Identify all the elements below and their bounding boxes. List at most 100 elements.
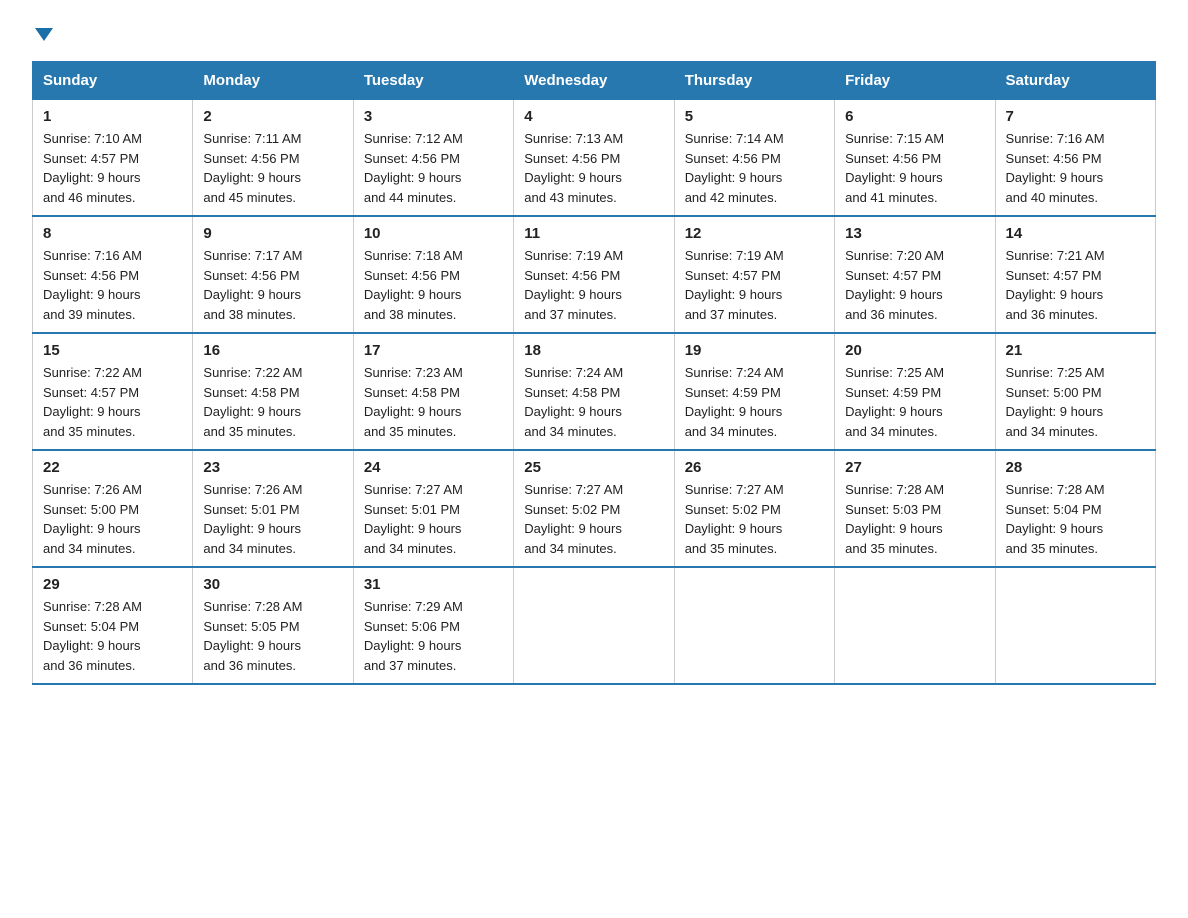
day-info: Sunrise: 7:26 AM Sunset: 5:00 PM Dayligh…	[43, 480, 182, 558]
calendar-cell: 13 Sunrise: 7:20 AM Sunset: 4:57 PM Dayl…	[835, 216, 995, 333]
day-info: Sunrise: 7:25 AM Sunset: 4:59 PM Dayligh…	[845, 363, 984, 441]
day-number: 22	[43, 459, 182, 476]
day-number: 19	[685, 342, 824, 359]
weekday-header-row: SundayMondayTuesdayWednesdayThursdayFrid…	[33, 62, 1156, 100]
calendar-table: SundayMondayTuesdayWednesdayThursdayFrid…	[32, 61, 1156, 685]
calendar-cell: 3 Sunrise: 7:12 AM Sunset: 4:56 PM Dayli…	[353, 100, 513, 217]
day-info: Sunrise: 7:15 AM Sunset: 4:56 PM Dayligh…	[845, 129, 984, 207]
day-number: 14	[1006, 225, 1145, 242]
calendar-cell: 31 Sunrise: 7:29 AM Sunset: 5:06 PM Dayl…	[353, 567, 513, 684]
day-info: Sunrise: 7:19 AM Sunset: 4:57 PM Dayligh…	[685, 246, 824, 324]
day-info: Sunrise: 7:18 AM Sunset: 4:56 PM Dayligh…	[364, 246, 503, 324]
day-info: Sunrise: 7:16 AM Sunset: 4:56 PM Dayligh…	[1006, 129, 1145, 207]
day-info: Sunrise: 7:19 AM Sunset: 4:56 PM Dayligh…	[524, 246, 663, 324]
day-number: 7	[1006, 108, 1145, 125]
day-number: 12	[685, 225, 824, 242]
calendar-cell: 27 Sunrise: 7:28 AM Sunset: 5:03 PM Dayl…	[835, 450, 995, 567]
day-number: 26	[685, 459, 824, 476]
day-info: Sunrise: 7:24 AM Sunset: 4:58 PM Dayligh…	[524, 363, 663, 441]
calendar-cell: 14 Sunrise: 7:21 AM Sunset: 4:57 PM Dayl…	[995, 216, 1155, 333]
calendar-cell	[995, 567, 1155, 684]
day-info: Sunrise: 7:22 AM Sunset: 4:58 PM Dayligh…	[203, 363, 342, 441]
calendar-cell: 10 Sunrise: 7:18 AM Sunset: 4:56 PM Dayl…	[353, 216, 513, 333]
calendar-week-row: 15 Sunrise: 7:22 AM Sunset: 4:57 PM Dayl…	[33, 333, 1156, 450]
weekday-header-friday: Friday	[835, 62, 995, 100]
calendar-cell: 6 Sunrise: 7:15 AM Sunset: 4:56 PM Dayli…	[835, 100, 995, 217]
day-number: 13	[845, 225, 984, 242]
weekday-header-tuesday: Tuesday	[353, 62, 513, 100]
calendar-cell: 22 Sunrise: 7:26 AM Sunset: 5:00 PM Dayl…	[33, 450, 193, 567]
calendar-cell: 29 Sunrise: 7:28 AM Sunset: 5:04 PM Dayl…	[33, 567, 193, 684]
day-number: 21	[1006, 342, 1145, 359]
day-info: Sunrise: 7:26 AM Sunset: 5:01 PM Dayligh…	[203, 480, 342, 558]
day-info: Sunrise: 7:28 AM Sunset: 5:04 PM Dayligh…	[1006, 480, 1145, 558]
day-info: Sunrise: 7:17 AM Sunset: 4:56 PM Dayligh…	[203, 246, 342, 324]
calendar-cell: 20 Sunrise: 7:25 AM Sunset: 4:59 PM Dayl…	[835, 333, 995, 450]
logo-arrow-icon	[35, 28, 53, 41]
calendar-cell: 17 Sunrise: 7:23 AM Sunset: 4:58 PM Dayl…	[353, 333, 513, 450]
day-info: Sunrise: 7:28 AM Sunset: 5:03 PM Dayligh…	[845, 480, 984, 558]
day-info: Sunrise: 7:11 AM Sunset: 4:56 PM Dayligh…	[203, 129, 342, 207]
day-number: 30	[203, 576, 342, 593]
calendar-cell: 18 Sunrise: 7:24 AM Sunset: 4:58 PM Dayl…	[514, 333, 674, 450]
day-info: Sunrise: 7:10 AM Sunset: 4:57 PM Dayligh…	[43, 129, 182, 207]
calendar-cell: 28 Sunrise: 7:28 AM Sunset: 5:04 PM Dayl…	[995, 450, 1155, 567]
day-info: Sunrise: 7:21 AM Sunset: 4:57 PM Dayligh…	[1006, 246, 1145, 324]
day-number: 18	[524, 342, 663, 359]
calendar-cell: 19 Sunrise: 7:24 AM Sunset: 4:59 PM Dayl…	[674, 333, 834, 450]
day-number: 23	[203, 459, 342, 476]
day-number: 31	[364, 576, 503, 593]
calendar-cell: 24 Sunrise: 7:27 AM Sunset: 5:01 PM Dayl…	[353, 450, 513, 567]
day-info: Sunrise: 7:23 AM Sunset: 4:58 PM Dayligh…	[364, 363, 503, 441]
day-info: Sunrise: 7:24 AM Sunset: 4:59 PM Dayligh…	[685, 363, 824, 441]
day-number: 24	[364, 459, 503, 476]
calendar-cell: 2 Sunrise: 7:11 AM Sunset: 4:56 PM Dayli…	[193, 100, 353, 217]
calendar-cell	[835, 567, 995, 684]
calendar-week-row: 1 Sunrise: 7:10 AM Sunset: 4:57 PM Dayli…	[33, 100, 1156, 217]
day-number: 16	[203, 342, 342, 359]
day-number: 17	[364, 342, 503, 359]
day-info: Sunrise: 7:16 AM Sunset: 4:56 PM Dayligh…	[43, 246, 182, 324]
day-number: 29	[43, 576, 182, 593]
day-number: 6	[845, 108, 984, 125]
calendar-cell: 30 Sunrise: 7:28 AM Sunset: 5:05 PM Dayl…	[193, 567, 353, 684]
calendar-cell: 15 Sunrise: 7:22 AM Sunset: 4:57 PM Dayl…	[33, 333, 193, 450]
day-info: Sunrise: 7:14 AM Sunset: 4:56 PM Dayligh…	[685, 129, 824, 207]
day-info: Sunrise: 7:28 AM Sunset: 5:04 PM Dayligh…	[43, 597, 182, 675]
day-number: 25	[524, 459, 663, 476]
calendar-cell: 9 Sunrise: 7:17 AM Sunset: 4:56 PM Dayli…	[193, 216, 353, 333]
day-info: Sunrise: 7:25 AM Sunset: 5:00 PM Dayligh…	[1006, 363, 1145, 441]
calendar-cell: 1 Sunrise: 7:10 AM Sunset: 4:57 PM Dayli…	[33, 100, 193, 217]
day-number: 5	[685, 108, 824, 125]
day-info: Sunrise: 7:27 AM Sunset: 5:02 PM Dayligh…	[524, 480, 663, 558]
page-header	[32, 24, 1156, 41]
calendar-cell: 16 Sunrise: 7:22 AM Sunset: 4:58 PM Dayl…	[193, 333, 353, 450]
day-info: Sunrise: 7:22 AM Sunset: 4:57 PM Dayligh…	[43, 363, 182, 441]
day-info: Sunrise: 7:27 AM Sunset: 5:02 PM Dayligh…	[685, 480, 824, 558]
day-info: Sunrise: 7:27 AM Sunset: 5:01 PM Dayligh…	[364, 480, 503, 558]
calendar-week-row: 22 Sunrise: 7:26 AM Sunset: 5:00 PM Dayl…	[33, 450, 1156, 567]
day-number: 27	[845, 459, 984, 476]
calendar-cell: 7 Sunrise: 7:16 AM Sunset: 4:56 PM Dayli…	[995, 100, 1155, 217]
day-number: 20	[845, 342, 984, 359]
weekday-header-sunday: Sunday	[33, 62, 193, 100]
calendar-cell	[674, 567, 834, 684]
calendar-week-row: 29 Sunrise: 7:28 AM Sunset: 5:04 PM Dayl…	[33, 567, 1156, 684]
day-number: 15	[43, 342, 182, 359]
day-number: 10	[364, 225, 503, 242]
day-number: 11	[524, 225, 663, 242]
calendar-cell: 4 Sunrise: 7:13 AM Sunset: 4:56 PM Dayli…	[514, 100, 674, 217]
day-number: 4	[524, 108, 663, 125]
calendar-cell: 11 Sunrise: 7:19 AM Sunset: 4:56 PM Dayl…	[514, 216, 674, 333]
day-info: Sunrise: 7:12 AM Sunset: 4:56 PM Dayligh…	[364, 129, 503, 207]
calendar-cell: 21 Sunrise: 7:25 AM Sunset: 5:00 PM Dayl…	[995, 333, 1155, 450]
calendar-cell: 23 Sunrise: 7:26 AM Sunset: 5:01 PM Dayl…	[193, 450, 353, 567]
calendar-cell	[514, 567, 674, 684]
day-number: 3	[364, 108, 503, 125]
day-number: 8	[43, 225, 182, 242]
day-number: 2	[203, 108, 342, 125]
calendar-cell: 8 Sunrise: 7:16 AM Sunset: 4:56 PM Dayli…	[33, 216, 193, 333]
day-info: Sunrise: 7:29 AM Sunset: 5:06 PM Dayligh…	[364, 597, 503, 675]
weekday-header-monday: Monday	[193, 62, 353, 100]
weekday-header-thursday: Thursday	[674, 62, 834, 100]
